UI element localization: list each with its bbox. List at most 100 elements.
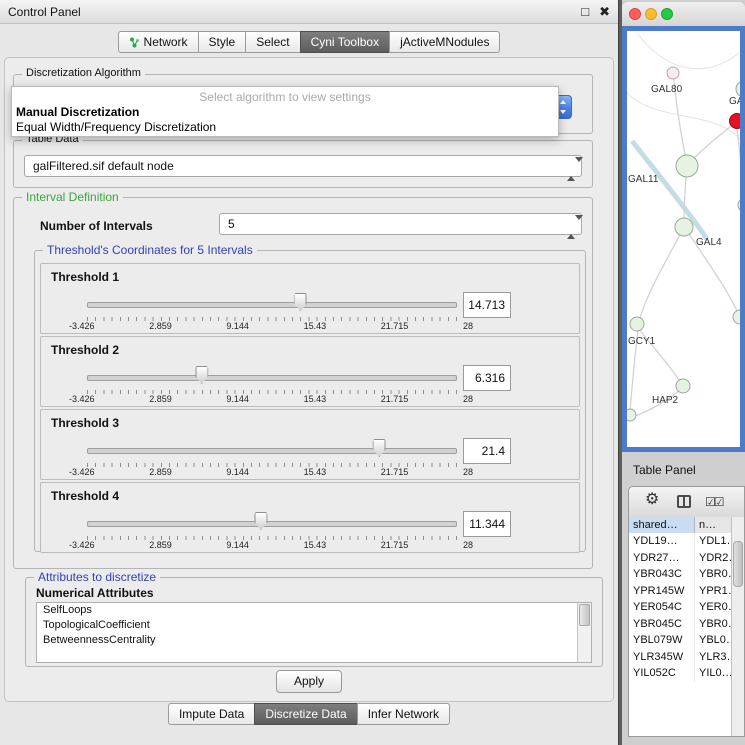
node-clipped-top-right[interactable] [736,81,740,97]
number-of-intervals-combobox[interactable]: 5 [219,213,582,235]
apply-button[interactable]: Apply [276,670,342,693]
cell-name: YDR2… [695,550,732,567]
table-row[interactable]: YPR145W YPR1… [629,583,732,600]
node-gal11[interactable] [676,155,698,177]
scrollbar-thumb[interactable] [579,604,590,626]
cyni-toolbox-panel: Discretization Algorithm Select algorith… [4,57,614,702]
tab-cyni-toolbox[interactable]: Cyni Toolbox [300,31,390,53]
scale-tick-label: 28 [463,321,473,331]
tab-infer-network[interactable]: Infer Network [357,703,450,725]
mac-minimize-button[interactable] [645,8,657,20]
scale-tick-label: 21.715 [381,321,409,331]
tab-jactivemnodules[interactable]: jActiveMNodules [389,31,500,53]
threshold-4-slider[interactable] [87,509,457,535]
interval-definition-group: Interval Definition Number of Intervals … [13,197,593,569]
node-gal80[interactable] [667,67,679,79]
table-row[interactable]: YIL052C YIL0… [629,665,732,682]
threshold-2-slider[interactable] [87,363,457,389]
slider-track[interactable] [87,521,457,527]
slider-thumb[interactable] [373,439,386,457]
scale-tick-label: 15.43 [304,321,327,331]
node-clipped-low-right[interactable] [733,310,740,324]
scale-tick-label: -3.426 [69,467,95,477]
dropdown-option-manual-discretization[interactable]: Manual Discretization [12,104,558,119]
table-row[interactable]: YDL19… YDL1… [629,533,732,550]
table-row[interactable]: YLR345W YLR3… [629,649,732,666]
cell-name: YPR1… [695,583,732,600]
scale-tick-label: 28 [463,394,473,404]
list-item[interactable]: SelfLoops [37,603,591,618]
node-clipped-bottom-left[interactable] [627,409,636,421]
gear-icon[interactable]: ⚙ [645,492,659,508]
list-scrollbar[interactable] [577,603,591,662]
tab-impute-data[interactable]: Impute Data [168,703,255,725]
group-title: Interval Definition [22,190,123,204]
tab-discretize-data[interactable]: Discretize Data [254,703,357,725]
table-header-row: shared… n… [629,517,732,533]
threshold-4-value-field[interactable]: 11.344 [463,511,511,537]
scrollbar-thumb[interactable] [733,541,743,587]
select-all-checkboxes-icon[interactable]: ☑☑ [705,495,723,509]
slider-scale: -3.426 2.859 9.144 15.43 21.715 28 [69,321,473,331]
slider-thumb[interactable] [254,512,267,530]
table-row[interactable]: YBL079W YBL0… [629,632,732,649]
threshold-3-value-field[interactable]: 21.4 [463,438,511,464]
node-label: GA [729,96,740,107]
table-data-combobox[interactable]: galFiltered.sif default node [24,155,582,177]
table-row[interactable]: YBR045C YBR0… [629,616,732,633]
scale-tick-label: -3.426 [69,321,95,331]
node-clipped-mid-right[interactable] [738,198,740,212]
slider-track[interactable] [87,302,457,308]
list-item[interactable]: TopologicalCoefficient [37,618,591,633]
algorithm-dropdown-popup: Select algorithm to view settings Manual… [11,86,559,137]
tab-select[interactable]: Select [245,31,300,53]
table-row[interactable]: YER054C YER0… [629,599,732,616]
tab-style[interactable]: Style [198,31,247,53]
column-header-name[interactable]: n… [695,517,732,533]
network-nodes [627,67,740,421]
float-window-icon[interactable]: □ [581,5,589,18]
scale-tick-label: 9.144 [226,467,249,477]
table-panel-window: ⚙ ☑☑ shared… n… YDL19… YDL1… YDR27… YDR2… [628,486,745,737]
threshold-1-value-field[interactable]: 14.713 [463,292,511,318]
control-panel-titlebar: Control Panel □ ✖ [0,0,618,24]
dropdown-option-equal-width-frequency[interactable]: Equal Width/Frequency Discretization [12,119,558,134]
table-row[interactable]: YDR27… YDR2… [629,550,732,567]
threshold-3-slider[interactable] [87,436,457,462]
threshold-4-label: Threshold 4 [51,489,119,503]
list-item[interactable]: BetweennessCentrality [37,633,591,648]
network-window-titlebar [622,2,745,27]
tab-network[interactable]: Network [118,31,199,53]
mac-zoom-button[interactable] [661,8,673,20]
table-scrollbar[interactable] [731,517,744,736]
columns-icon[interactable] [677,495,691,508]
group-title: Attributes to discretize [34,570,160,584]
numerical-attributes-list: SelfLoops TopologicalCoefficient Between… [36,602,592,663]
slider-track[interactable] [87,448,457,454]
node-hap2[interactable] [676,379,690,393]
scale-tick-label: 2.859 [149,321,172,331]
thresholds-group: Threshold's Coordinates for 5 Intervals … [34,250,586,552]
top-tab-bar: Network Style Select Cyni Toolbox jActiv… [0,31,618,53]
network-view[interactable]: GAL80 GA GAL11 GAL4 GCY1 HAP2 [622,26,745,452]
node-gcy1[interactable] [630,317,644,331]
cell-shared-name: YER054C [629,599,695,616]
close-icon[interactable]: ✖ [599,5,610,18]
slider-scale: -3.426 2.859 9.144 15.43 21.715 28 [69,394,473,404]
mac-close-button[interactable] [629,8,641,20]
right-panel: GAL80 GA GAL11 GAL4 GCY1 HAP2 Table Pane… [622,0,745,745]
node-label: HAP2 [652,395,679,406]
node-red-selected[interactable] [730,114,741,129]
slider-thumb[interactable] [195,366,208,384]
threshold-2-value-field[interactable]: 6.316 [463,365,511,391]
combobox-arrows-icon [567,217,575,237]
table-row[interactable]: YBR043C YBR0… [629,566,732,583]
network-canvas[interactable]: GAL80 GA GAL11 GAL4 GCY1 HAP2 [627,31,740,447]
column-header-shared-name[interactable]: shared… [629,517,695,533]
slider-track[interactable] [87,375,457,381]
network-icon [129,37,140,48]
slider-thumb[interactable] [294,293,307,311]
threshold-1-slider[interactable] [87,290,457,316]
node-gal4[interactable] [675,218,693,236]
node-label: GAL80 [651,84,683,95]
